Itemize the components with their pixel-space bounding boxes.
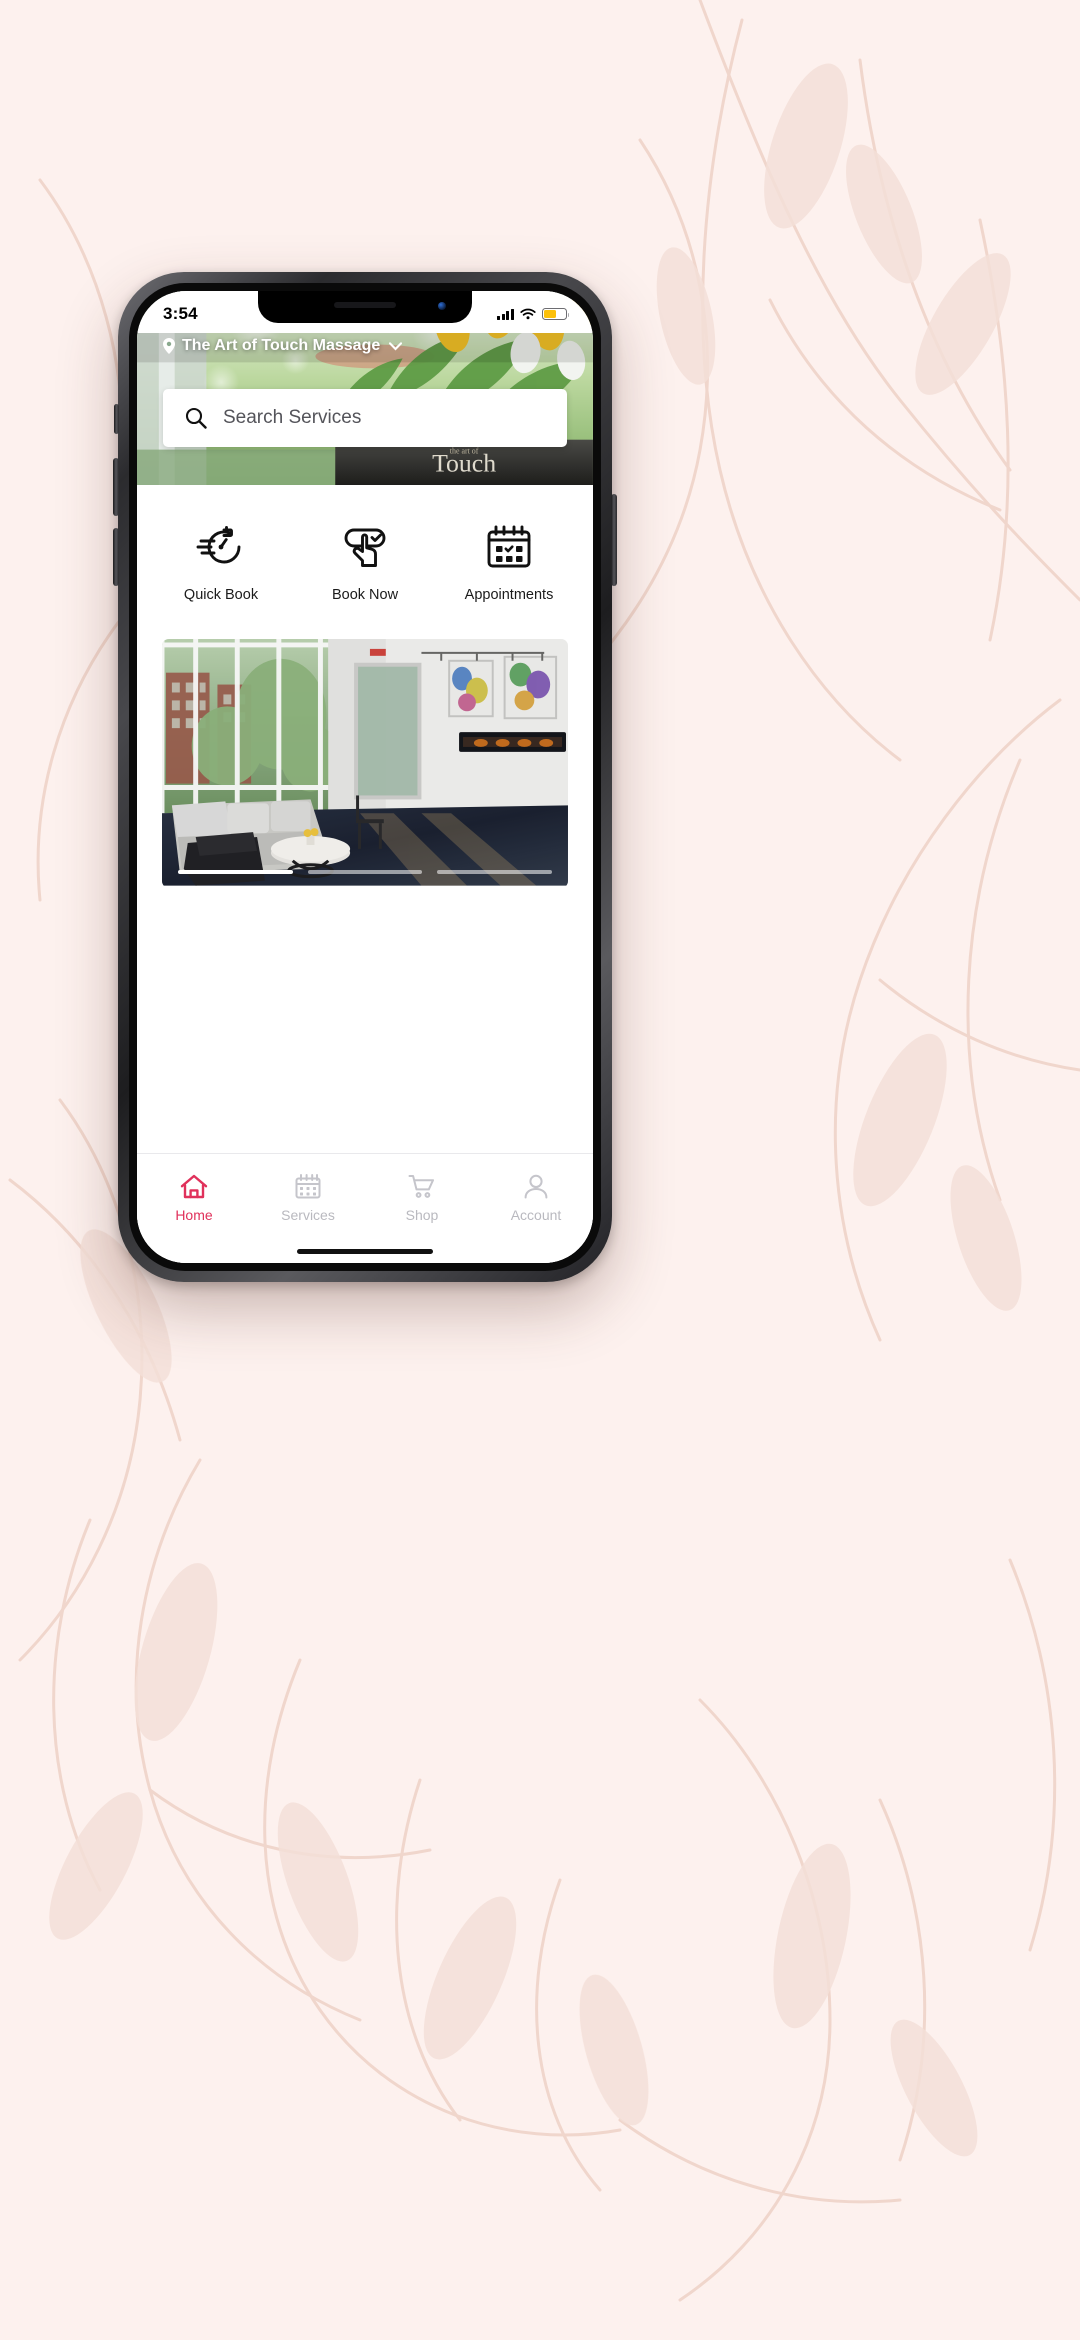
quick-action-label: Appointments (464, 587, 554, 603)
search-icon (185, 407, 207, 429)
promo-carousel[interactable] (137, 623, 593, 888)
location-pin-icon (163, 338, 175, 354)
tap-button-icon (344, 528, 386, 567)
search-input-placeholder[interactable]: Search Services (223, 407, 361, 429)
front-camera-icon (438, 302, 446, 310)
carousel-dot[interactable] (437, 870, 553, 874)
wifi-icon (520, 308, 536, 320)
quick-action-book-now[interactable]: Book Now (293, 521, 437, 603)
volume-down-button[interactable] (113, 528, 119, 586)
chevron-down-icon (389, 341, 403, 350)
home-indicator-bar[interactable] (297, 1249, 433, 1254)
stopwatch-icon (196, 526, 241, 564)
bottom-tab-bar: Home Services Shop Account (137, 1153, 593, 1263)
quick-action-label: Book Now (331, 587, 399, 603)
tab-label: Home (175, 1207, 213, 1223)
search-container: Search Services (163, 389, 567, 447)
tab-account[interactable]: Account (479, 1172, 593, 1223)
device-notch (258, 291, 472, 323)
person-icon (524, 1174, 548, 1199)
tab-label: Services (281, 1207, 335, 1223)
tab-home[interactable]: Home (137, 1172, 251, 1223)
power-button[interactable] (611, 494, 617, 586)
phone-device-frame: 3:54 Touch the art of The Art of Touch M… (113, 272, 617, 1282)
business-name-label: The Art of Touch Massage (182, 337, 381, 354)
carousel-card[interactable] (162, 639, 568, 888)
search-bar[interactable]: Search Services (163, 389, 567, 447)
cellular-signal-icon (496, 308, 514, 320)
carousel-dot[interactable] (307, 870, 423, 874)
device-bezel: 3:54 Touch the art of The Art of Touch M… (129, 283, 601, 1271)
quick-actions-row: Quick Book Book Now Appointments (137, 487, 593, 623)
carousel-page-indicator[interactable] (178, 870, 553, 874)
status-bar-indicators (496, 308, 570, 320)
battery-icon (542, 308, 570, 320)
quick-action-label: Quick Book (183, 587, 259, 603)
svg-text:the art of: the art of (450, 447, 479, 456)
carousel-dot[interactable] (178, 870, 293, 874)
tab-label: Account (510, 1207, 562, 1223)
carousel-image (162, 639, 568, 886)
mute-switch[interactable] (114, 404, 119, 434)
calendar-check-icon (487, 525, 531, 568)
cart-icon (408, 1175, 434, 1198)
phone-screen: 3:54 Touch the art of The Art of Touch M… (137, 291, 593, 1263)
home-icon (180, 1174, 208, 1199)
location-selector[interactable]: The Art of Touch Massage (163, 337, 403, 355)
tab-label: Shop (405, 1207, 439, 1223)
volume-up-button[interactable] (113, 458, 119, 516)
quick-action-appointments[interactable]: Appointments (437, 521, 581, 603)
tab-shop[interactable]: Shop (365, 1172, 479, 1223)
tab-services[interactable]: Services (251, 1172, 365, 1223)
status-bar-time: 3:54 (163, 304, 198, 323)
calendar-icon (295, 1174, 321, 1199)
earpiece-speaker (334, 302, 396, 308)
quick-action-quick-book[interactable]: Quick Book (149, 521, 293, 603)
